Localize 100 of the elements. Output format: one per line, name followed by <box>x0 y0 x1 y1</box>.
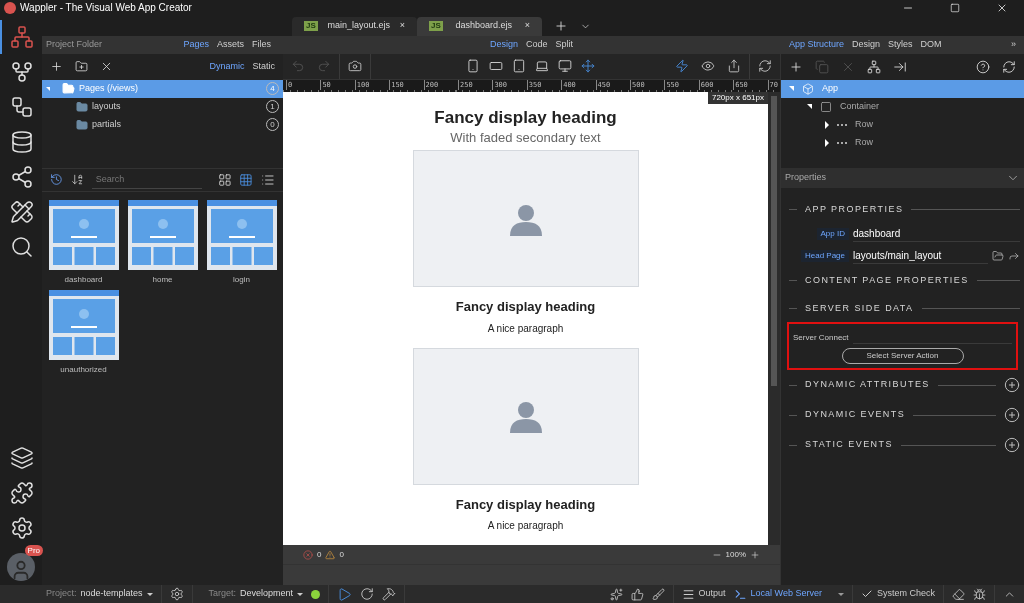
puzzle-icon[interactable] <box>10 481 34 506</box>
refresh-icon[interactable] <box>1002 59 1016 74</box>
project-selector[interactable]: Project: node-templates <box>46 587 153 601</box>
panel-tab[interactable]: Styles <box>888 37 913 52</box>
dropdown-arrow-icon[interactable] <box>837 592 844 596</box>
tree-item[interactable]: Container <box>781 97 1024 116</box>
page-thumbnail[interactable] <box>48 199 119 270</box>
target-selector[interactable]: Target: Development <box>208 587 304 601</box>
text-field[interactable]: dashboard <box>853 226 1020 243</box>
refresh-icon[interactable] <box>758 59 772 74</box>
properties-title: Properties <box>785 170 827 184</box>
fork-icon[interactable] <box>10 59 34 84</box>
database-icon[interactable] <box>10 129 34 154</box>
tree-item[interactable]: Row <box>781 133 1024 152</box>
add-icon[interactable] <box>1004 437 1020 454</box>
tree-item[interactable]: partials 0 <box>42 115 283 134</box>
sort-icon[interactable] <box>70 173 84 187</box>
move-right-icon[interactable] <box>893 59 907 74</box>
system-check-button[interactable]: System Check <box>860 587 935 601</box>
add-icon[interactable] <box>1004 377 1020 394</box>
field-label: Head Page <box>800 250 849 263</box>
mode-tab[interactable]: Dynamic <box>209 59 245 74</box>
tablet-icon[interactable] <box>512 59 526 74</box>
file-type-icon: JS <box>304 21 318 32</box>
new-tab-icon[interactable] <box>554 18 568 33</box>
play-icon[interactable] <box>337 586 353 602</box>
eraser-icon[interactable] <box>952 587 965 601</box>
page-heading: Fancy display heading <box>434 107 617 128</box>
search-icon[interactable] <box>10 234 34 259</box>
new-folder-icon[interactable] <box>75 60 88 74</box>
add-icon[interactable] <box>1004 407 1020 424</box>
add-icon[interactable] <box>789 59 803 74</box>
tab-close[interactable]: × <box>399 19 405 33</box>
history-icon[interactable] <box>50 173 63 187</box>
page-thumbnail[interactable] <box>48 289 119 360</box>
view-tab[interactable]: Design <box>489 37 518 52</box>
desktop-icon[interactable] <box>558 59 572 74</box>
page-thumbnail[interactable] <box>127 199 198 270</box>
panel-tab[interactable]: App Structure <box>789 37 845 52</box>
tab-label: main_layout.ejs <box>326 19 392 33</box>
section-title: STATIC EVENTS <box>805 438 893 452</box>
workflow-icon[interactable] <box>10 94 34 119</box>
tree-item[interactable]: layouts 1 <box>42 97 283 116</box>
folder-icon[interactable] <box>992 250 1004 263</box>
laptop-icon[interactable] <box>535 59 549 74</box>
ruler-pencil-icon[interactable] <box>10 199 34 224</box>
file-type-icon: JS <box>429 21 443 32</box>
move-icon[interactable] <box>581 59 595 74</box>
hierarchy-icon[interactable] <box>867 59 881 74</box>
bug-icon[interactable] <box>973 587 986 601</box>
panel-tab[interactable]: Pages <box>183 37 209 52</box>
server-button[interactable]: Local Web Server <box>733 587 822 601</box>
sitemap-icon[interactable] <box>10 24 34 49</box>
lightning-icon[interactable] <box>675 59 689 74</box>
mode-tab[interactable]: Static <box>252 59 275 74</box>
phone-icon[interactable] <box>466 59 480 74</box>
tab-close[interactable]: × <box>524 19 530 33</box>
file-tab[interactable]: JS dashboard.ejs × <box>417 16 542 36</box>
view-tab[interactable]: Split <box>555 37 573 52</box>
search-field[interactable]: Search <box>91 170 202 189</box>
panel-tab[interactable]: Assets <box>216 37 244 52</box>
settings-icon[interactable] <box>10 516 34 541</box>
camera-icon[interactable] <box>348 59 362 74</box>
tree-item[interactable]: Row <box>781 115 1024 134</box>
tree-label: Row <box>855 135 873 149</box>
error-count: 0 <box>317 548 322 561</box>
view-tab[interactable]: Code <box>526 37 548 52</box>
add-icon[interactable] <box>50 60 63 74</box>
collapse-arrow-icon[interactable] <box>807 104 812 110</box>
reload-icon[interactable] <box>360 587 375 602</box>
brush-icon[interactable] <box>651 587 665 601</box>
eye-icon[interactable] <box>701 59 715 74</box>
zoom-in-icon[interactable] <box>750 549 760 560</box>
large-grid-icon[interactable] <box>217 172 232 187</box>
help-icon[interactable] <box>976 59 990 74</box>
expand-arrow-icon[interactable] <box>825 120 829 129</box>
sparkle-icon[interactable] <box>609 587 623 601</box>
expand-arrow-icon[interactable] <box>825 138 829 147</box>
terminal-icon <box>733 587 747 601</box>
layers-icon[interactable] <box>10 446 34 471</box>
panel-tab[interactable]: DOM <box>920 37 942 52</box>
share-icon[interactable] <box>727 59 741 74</box>
folder-icon <box>76 118 88 131</box>
small-grid-icon[interactable] <box>239 172 254 187</box>
page-thumbnail[interactable] <box>206 199 277 270</box>
avatar[interactable] <box>7 553 35 582</box>
hammer-icon[interactable] <box>382 587 397 602</box>
page-name: unauthorized <box>60 363 107 376</box>
thumbs-up-icon[interactable] <box>630 587 644 601</box>
panel-tab[interactable]: Design <box>852 37 881 52</box>
text-field[interactable]: layouts/main_layout <box>853 248 988 265</box>
settings-icon[interactable] <box>169 587 184 602</box>
output-button[interactable]: Output <box>681 587 726 601</box>
select-server-action-button[interactable]: Select Server Action <box>841 348 964 365</box>
maximize-icon[interactable] <box>950 2 960 13</box>
file-tab[interactable]: JS main_layout.ejs × <box>292 16 417 36</box>
list-icon[interactable] <box>261 172 275 187</box>
share-icon[interactable] <box>10 164 34 189</box>
more-tabs[interactable]: » <box>1011 37 1016 52</box>
panel-tab[interactable]: Files <box>252 37 271 52</box>
